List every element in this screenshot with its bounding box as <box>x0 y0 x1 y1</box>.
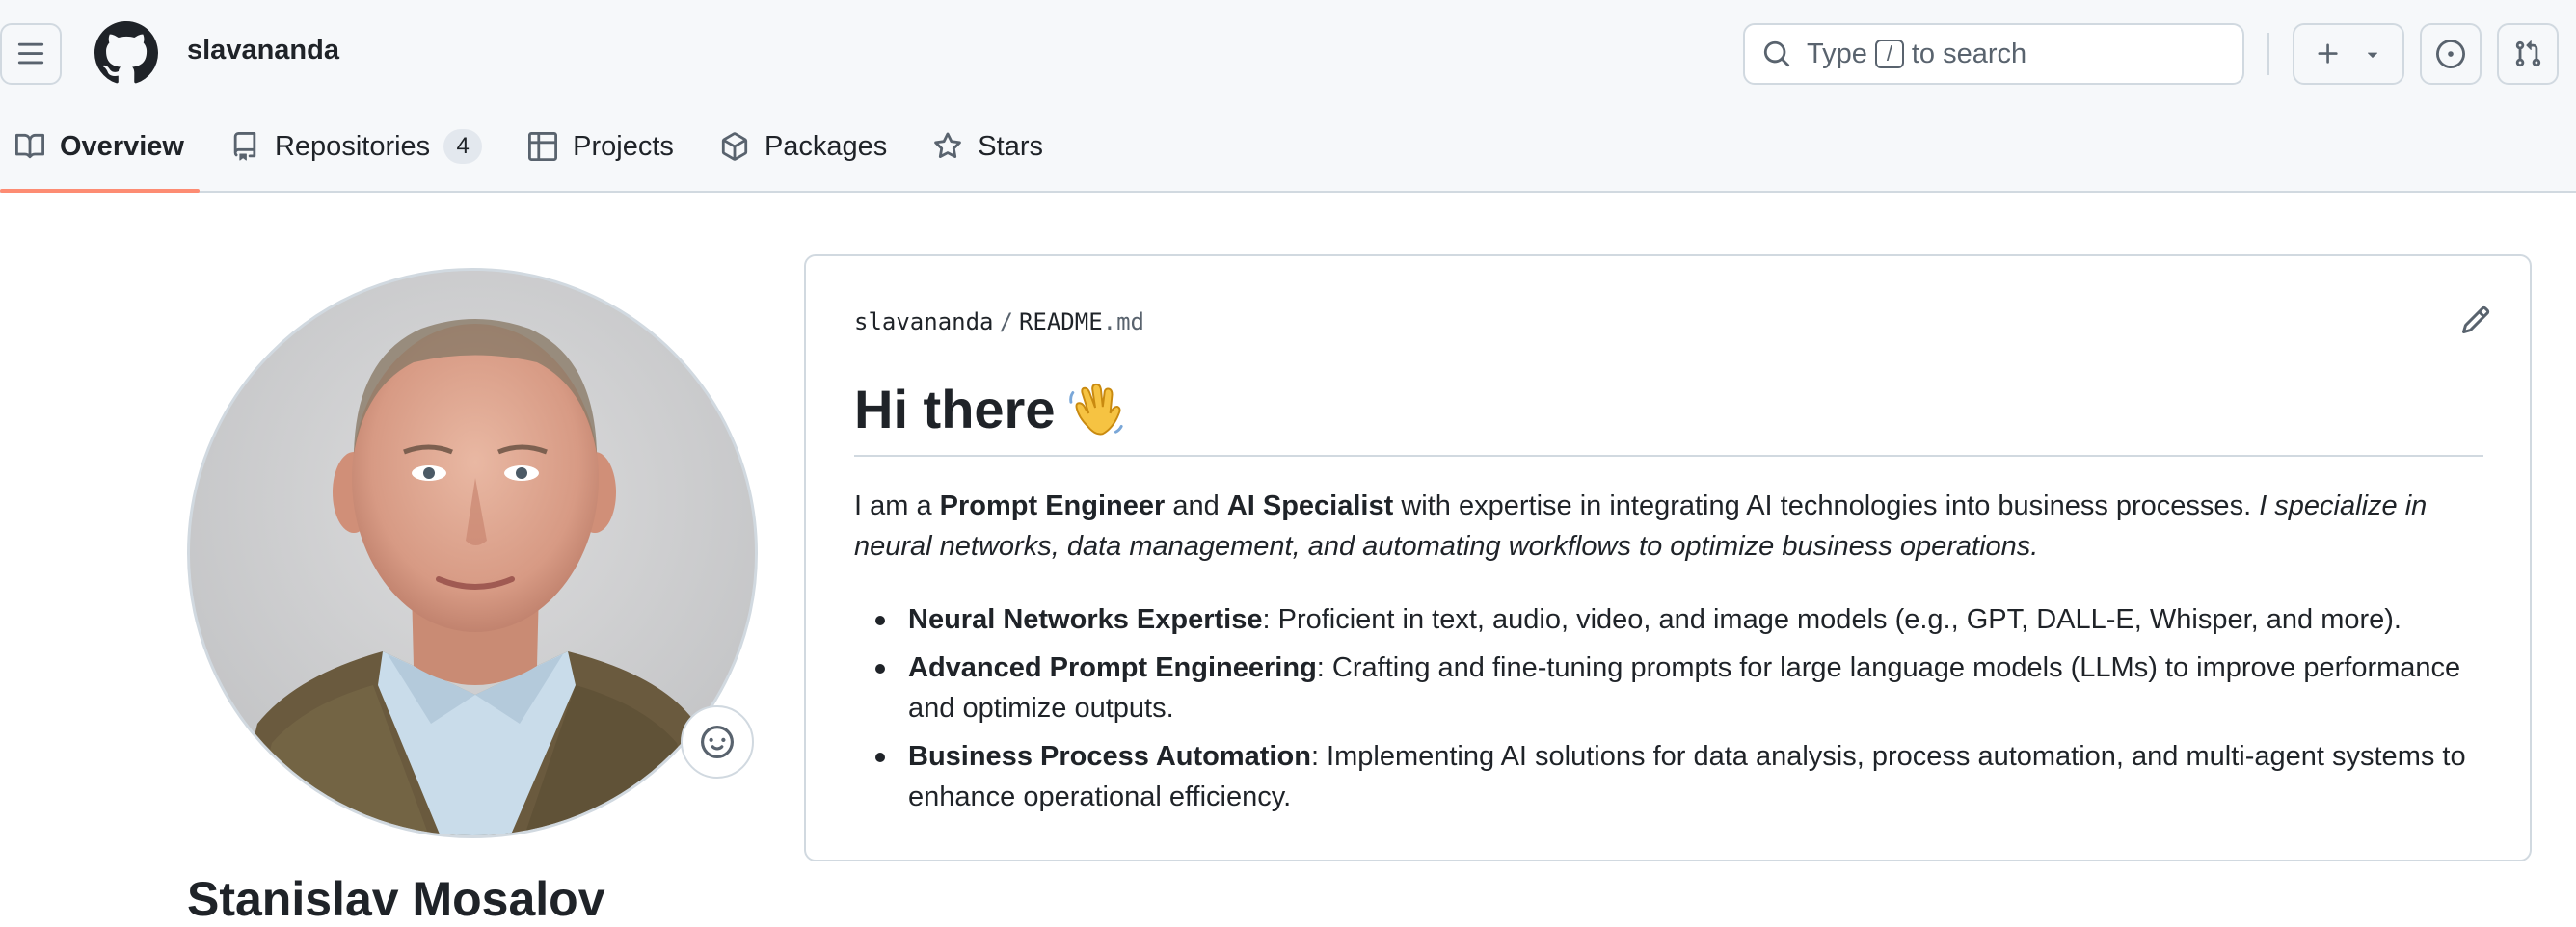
tab-stars[interactable]: Stars <box>918 118 1059 175</box>
list-item: Neural Networks Expertise: Proficient in… <box>854 599 2493 640</box>
list-item: Business Process Automation: Implementin… <box>854 736 2493 817</box>
header-username[interactable]: slavananda <box>187 35 339 66</box>
intro-bold-1: Prompt Engineer <box>939 490 1166 521</box>
tab-stars-label: Stars <box>978 130 1043 162</box>
hamburger-icon <box>17 42 44 65</box>
repositories-count-badge: 4 <box>443 129 483 164</box>
search-placeholder-post: to search <box>1911 38 2027 69</box>
star-icon <box>934 132 962 159</box>
search-shortcut-key: / <box>1874 40 1904 68</box>
profile-full-name: Stanislav Mosalov <box>187 872 605 926</box>
package-icon <box>721 132 748 161</box>
edit-pencil-icon[interactable] <box>2460 305 2491 335</box>
intro-text-3: with expertise in integrating AI technol… <box>1393 490 2260 521</box>
profile-readme-card: slavananda / README.md Hi there I am a Pro… <box>804 254 2532 861</box>
github-logo-icon[interactable] <box>94 21 158 85</box>
plus-icon <box>2318 43 2338 64</box>
table-icon <box>528 132 558 161</box>
tab-packages[interactable]: Packages <box>705 118 902 175</box>
readme-heading-divider <box>854 455 2483 457</box>
readme-path-separator: / <box>999 308 1013 335</box>
tab-repositories[interactable]: Repositories 4 <box>215 118 497 175</box>
tab-overview[interactable]: Overview <box>0 118 200 193</box>
readme-intro-paragraph: I am a Prompt Engineer and AI Specialist… <box>854 486 2493 567</box>
intro-text-2: and <box>1165 490 1227 521</box>
pull-requests-button[interactable] <box>2497 23 2559 85</box>
readme-skills-list: Neural Networks Expertise: Proficient in… <box>854 599 2493 825</box>
search-icon <box>1763 40 1790 67</box>
issues-button[interactable] <box>2420 23 2482 85</box>
readme-path: slavananda / README.md <box>854 308 1144 335</box>
book-icon <box>15 133 44 159</box>
menu-button[interactable] <box>0 23 62 85</box>
tab-packages-label: Packages <box>764 130 888 162</box>
tab-overview-label: Overview <box>60 130 184 162</box>
readme-heading: Hi there <box>854 378 1127 440</box>
set-status-button[interactable] <box>681 705 754 779</box>
avatar[interactable] <box>187 268 758 838</box>
readme-path-ext: .md <box>1102 308 1145 335</box>
create-new-button[interactable] <box>2293 23 2404 85</box>
header-divider <box>2267 33 2269 75</box>
waving-hand-icon <box>1068 383 1123 435</box>
intro-bold-2: AI Specialist <box>1226 490 1394 521</box>
tab-projects-label: Projects <box>573 130 674 162</box>
issues-icon <box>2436 40 2465 68</box>
global-header: slavananda Type / to search Overview Rep… <box>0 0 2576 193</box>
smiley-icon <box>701 726 734 758</box>
caret-down-icon <box>2367 52 2377 58</box>
list-item: Advanced Prompt Engineering: Crafting an… <box>854 648 2493 728</box>
list-item-title: Business Process Automation <box>908 741 1311 772</box>
profile-tabs: Overview Repositories 4 Projects Package… <box>0 118 1074 193</box>
tab-repositories-label: Repositories <box>274 130 431 162</box>
avatar-portrait-image <box>190 271 755 835</box>
intro-text-1: I am a <box>854 490 940 521</box>
readme-heading-text: Hi there <box>854 379 1056 439</box>
active-tab-underline <box>0 189 200 193</box>
list-item-text: : Proficient in text, audio, video, and … <box>1262 604 2402 635</box>
search-placeholder-pre: Type <box>1807 38 1867 69</box>
list-item-title: Neural Networks Expertise <box>908 604 1263 635</box>
readme-path-file[interactable]: README <box>1019 308 1103 335</box>
repo-icon <box>233 132 256 161</box>
pull-request-icon <box>2515 40 2541 67</box>
tab-projects[interactable]: Projects <box>513 118 689 175</box>
list-item-title: Advanced Prompt Engineering <box>908 652 1317 683</box>
search-input[interactable]: Type / to search <box>1743 23 2244 85</box>
readme-path-owner-link[interactable]: slavananda <box>854 308 994 335</box>
